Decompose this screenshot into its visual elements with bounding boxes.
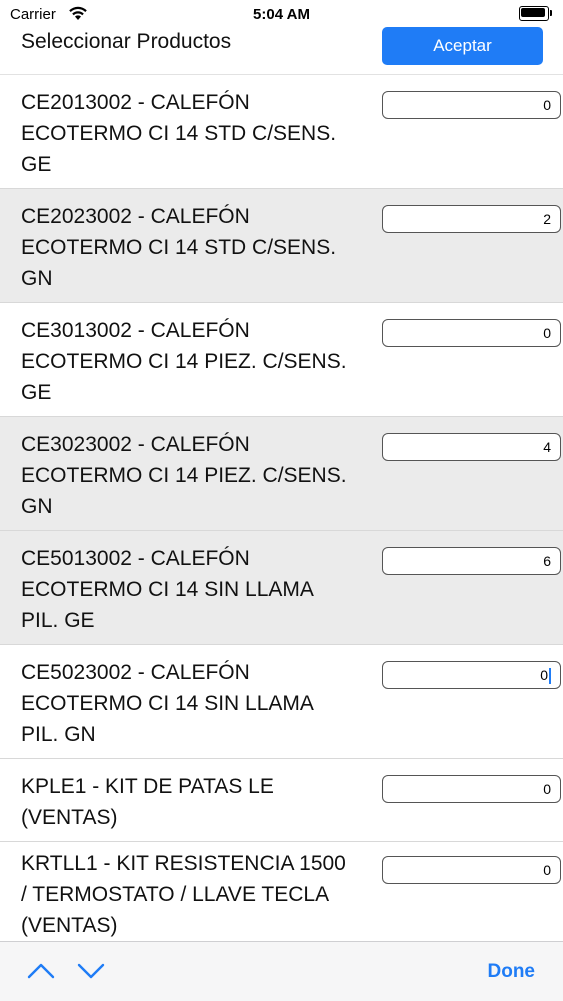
quantity-input-focused[interactable]: 0	[382, 661, 561, 689]
quantity-input[interactable]: 2	[382, 205, 561, 233]
page-title: Seleccionar Productos	[21, 30, 232, 53]
chevron-down-icon[interactable]	[76, 960, 106, 982]
product-label: KPLE1 - KIT DE PATAS LE (VENTAS)	[21, 775, 274, 829]
product-row: CE3023002 - CALEFÓN ECOTERMO CI 14 PIEZ.…	[0, 417, 563, 531]
text-cursor	[549, 668, 551, 685]
quantity-input[interactable]: 6	[382, 547, 561, 575]
header-bar: Seleccionar Productos Aceptar	[0, 26, 563, 75]
accept-button[interactable]: Aceptar	[382, 27, 543, 65]
chevron-up-icon[interactable]	[26, 960, 56, 982]
product-label: CE2023002 - CALEFÓN ECOTERMO CI 14 STD C…	[21, 205, 337, 290]
product-row: CE3013002 - CALEFÓN ECOTERMO CI 14 PIEZ.…	[0, 303, 563, 417]
done-button[interactable]: Done	[488, 961, 536, 983]
product-label: CE2013002 - CALEFÓN ECOTERMO CI 14 STD C…	[21, 91, 337, 176]
keyboard-toolbar: Done	[0, 941, 563, 1001]
product-label: CE3023002 - CALEFÓN ECOTERMO CI 14 PIEZ.…	[21, 433, 347, 518]
product-label: CE3013002 - CALEFÓN ECOTERMO CI 14 PIEZ.…	[21, 319, 347, 404]
quantity-input[interactable]: 0	[382, 856, 561, 884]
product-label: CE5013002 - CALEFÓN ECOTERMO CI 14 SIN L…	[21, 547, 314, 632]
clock: 5:04 AM	[253, 6, 310, 23]
battery-icon	[519, 6, 553, 21]
product-label: CE5023002 - CALEFÓN ECOTERMO CI 14 SIN L…	[21, 661, 314, 746]
quantity-input[interactable]: 0	[382, 91, 561, 119]
quantity-input[interactable]: 0	[382, 319, 561, 347]
product-row: CE2023002 - CALEFÓN ECOTERMO CI 14 STD C…	[0, 189, 563, 303]
product-row: KRTLL1 - KIT RESISTENCIA 1500 / TERMOSTA…	[0, 842, 563, 941]
product-row: CE2013002 - CALEFÓN ECOTERMO CI 14 STD C…	[0, 75, 563, 189]
product-row: KPLE1 - KIT DE PATAS LE (VENTAS) 0	[0, 759, 563, 842]
quantity-input[interactable]: 4	[382, 433, 561, 461]
product-row: CE5023002 - CALEFÓN ECOTERMO CI 14 SIN L…	[0, 645, 563, 759]
status-bar: Carrier 5:04 AM	[0, 0, 563, 28]
product-label: KRTLL1 - KIT RESISTENCIA 1500 / TERMOSTA…	[21, 852, 346, 937]
quantity-input[interactable]: 0	[382, 775, 561, 803]
product-list[interactable]: CE2013002 - CALEFÓN ECOTERMO CI 14 STD C…	[0, 75, 563, 941]
product-row: CE5013002 - CALEFÓN ECOTERMO CI 14 SIN L…	[0, 531, 563, 645]
